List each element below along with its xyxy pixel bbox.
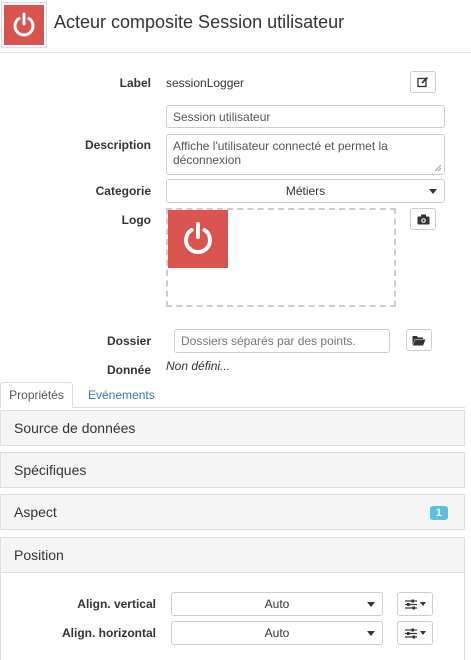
edit-icon	[417, 76, 429, 88]
panel-title: Spécifiques	[14, 462, 87, 478]
categorie-value: Métiers	[285, 184, 326, 198]
align-vertical-options-button[interactable]	[397, 592, 433, 616]
power-icon	[4, 5, 44, 45]
panel-title: Source de données	[14, 420, 136, 436]
panel-title: Position	[14, 547, 64, 563]
page-title: Acteur composite Session utilisateur	[54, 12, 345, 32]
folder-open-icon	[412, 335, 426, 345]
header-divider	[0, 52, 471, 53]
count-badge: 1	[429, 506, 448, 520]
align-vertical-select[interactable]: Auto	[171, 592, 383, 616]
chevron-down-icon	[367, 602, 375, 607]
panel-source-de-donnees[interactable]: Source de données	[0, 410, 465, 446]
dossier-label: Dossier	[106, 334, 151, 348]
categorie-label: Categorie	[95, 184, 151, 198]
browse-folder-button[interactable]	[406, 329, 432, 351]
panel-position[interactable]: Position	[0, 537, 465, 573]
panel-title: Aspect	[14, 504, 57, 520]
chevron-down-icon	[367, 631, 375, 636]
resize-handle-icon[interactable]	[434, 164, 442, 172]
camera-icon	[417, 214, 429, 224]
power-icon	[168, 210, 228, 268]
description-label: Description	[84, 138, 151, 152]
panel-aspect[interactable]: Aspect 1	[0, 494, 465, 530]
panel-specifiques[interactable]: Spécifiques	[0, 452, 465, 488]
logo-dropzone[interactable]	[166, 208, 396, 307]
sliders-icon	[405, 628, 417, 638]
chevron-down-icon	[429, 189, 437, 194]
chevron-down-icon	[420, 631, 426, 635]
donnee-value: Non défini...	[166, 359, 231, 373]
dossier-input[interactable]	[174, 329, 390, 353]
label-value: sessionLogger	[166, 76, 245, 90]
align-horizontal-options-button[interactable]	[397, 621, 433, 645]
position-panel-body	[0, 572, 465, 660]
align-vertical-label: Align. vertical	[77, 597, 156, 611]
sliders-icon	[405, 599, 417, 609]
donnee-label: Donnée	[106, 363, 151, 377]
upload-logo-button[interactable]	[410, 208, 436, 230]
align-horizontal-value: Auto	[264, 626, 290, 640]
tab-evenements[interactable]: Evénements	[80, 382, 163, 408]
categorie-select[interactable]: Métiers	[166, 179, 445, 203]
chevron-down-icon	[420, 602, 426, 606]
label-label: Label	[119, 76, 151, 90]
logo-label: Logo	[121, 213, 151, 227]
align-horizontal-label: Align. horizontal	[62, 626, 156, 640]
edit-label-button[interactable]	[410, 71, 436, 93]
title-input[interactable]: Session utilisateur	[166, 105, 445, 128]
align-vertical-value: Auto	[264, 597, 290, 611]
tab-proprietes[interactable]: Propriétés	[0, 382, 73, 408]
description-textarea[interactable]: Affiche l'utilisateur connecté et permet…	[166, 134, 445, 175]
align-horizontal-select[interactable]: Auto	[171, 621, 383, 645]
app-icon	[1, 2, 47, 48]
